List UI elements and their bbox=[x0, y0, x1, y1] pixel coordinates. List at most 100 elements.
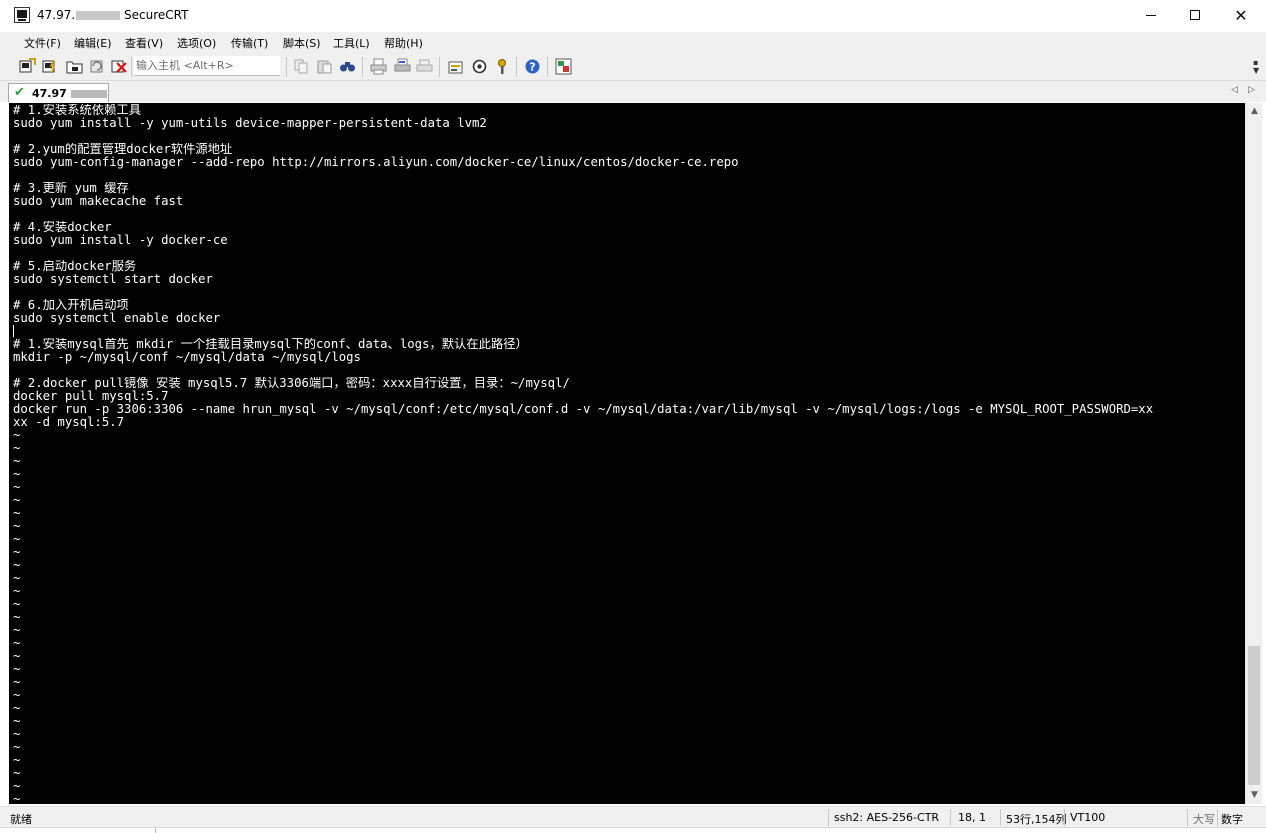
terminal-screen[interactable]: # 1.安装系统依赖工具 sudo yum install -y yum-util… bbox=[9, 103, 1245, 804]
tab-scroll-right-icon[interactable]: ▷ bbox=[1248, 85, 1255, 95]
keymap-icon[interactable] bbox=[494, 58, 511, 75]
maximize-button[interactable] bbox=[1172, 0, 1218, 30]
toolbar-overflow-chevron-icon[interactable]: ▪ ▼ bbox=[1253, 59, 1263, 75]
terminal-line: ~ bbox=[13, 546, 21, 559]
terminal-line: mkdir -p ~/mysql/conf ~/mysql/data ~/mys… bbox=[13, 351, 361, 364]
printer-icon[interactable] bbox=[416, 58, 433, 75]
menu-transfer[interactable]: 传输(T) bbox=[231, 35, 268, 51]
terminal-line: ~ bbox=[13, 507, 21, 520]
session-tab[interactable]: ✔ 47.97 bbox=[8, 83, 109, 102]
terminal-line: ~ bbox=[13, 676, 21, 689]
terminal-line: ~ bbox=[13, 702, 21, 715]
status-terminal-type: VT100 bbox=[1070, 811, 1106, 824]
status-separator bbox=[1217, 809, 1218, 826]
terminal-line: ~ bbox=[13, 793, 21, 804]
status-separator bbox=[950, 809, 951, 826]
terminal-line: ~ bbox=[13, 442, 21, 455]
menu-file[interactable]: 文件(F) bbox=[24, 35, 61, 51]
help-icon[interactable]: ? bbox=[524, 58, 541, 75]
terminal-line: ~ bbox=[13, 572, 21, 585]
print-icon[interactable] bbox=[370, 58, 387, 75]
find-icon[interactable] bbox=[339, 58, 356, 75]
menu-tools[interactable]: 工具(L) bbox=[333, 35, 370, 51]
menu-bar: 文件(F) 编辑(E) 查看(V) 选项(O) 传输(T) 脚本(S) 工具(L… bbox=[0, 32, 1266, 53]
copy-icon[interactable] bbox=[293, 58, 310, 75]
menu-view[interactable]: 查看(V) bbox=[125, 35, 163, 51]
toolbar-separator bbox=[547, 57, 548, 77]
terminal-line: ~ bbox=[13, 663, 21, 676]
terminal-line: ~ bbox=[13, 780, 21, 793]
sftp-icon[interactable] bbox=[555, 58, 572, 75]
host-input[interactable] bbox=[134, 56, 280, 76]
terminal-line: # 2.yum的配置管理docker软件源地址 bbox=[13, 143, 233, 156]
terminal-line: ~ bbox=[13, 650, 21, 663]
terminal-line: ~ bbox=[13, 559, 21, 572]
terminal-line: ~ bbox=[13, 767, 21, 780]
toolbar-separator bbox=[286, 57, 287, 77]
terminal-line: ~ bbox=[13, 715, 21, 728]
terminal-line: # 4.安装docker bbox=[13, 221, 112, 234]
toolbar-separator bbox=[516, 57, 517, 77]
terminal-line: # 5.启动docker服务 bbox=[13, 260, 137, 273]
bottom-edge bbox=[0, 827, 1266, 833]
terminal-line: ~ bbox=[13, 754, 21, 767]
quick-connect-icon[interactable] bbox=[42, 58, 59, 75]
global-options-icon[interactable] bbox=[471, 58, 488, 75]
menu-help[interactable]: 帮助(H) bbox=[384, 35, 423, 51]
terminal-line: ~ bbox=[13, 481, 21, 494]
redacted-ip-block bbox=[71, 90, 107, 98]
title-bar: 47.97. SecureCRT ✕ bbox=[0, 0, 1266, 32]
menu-script[interactable]: 脚本(S) bbox=[283, 35, 321, 51]
svg-text:?: ? bbox=[529, 61, 535, 74]
scroll-up-icon[interactable]: ▲ bbox=[1246, 103, 1263, 120]
minimize-icon bbox=[1146, 14, 1156, 16]
close-button[interactable]: ✕ bbox=[1218, 0, 1264, 30]
redacted-ip-block bbox=[76, 11, 121, 20]
window-title-host: 47.97. bbox=[37, 8, 76, 22]
terminal-line: ~ bbox=[13, 728, 21, 741]
status-separator bbox=[1187, 809, 1188, 826]
toolbar-separator bbox=[131, 57, 132, 77]
terminal-line: xx -d mysql:5.7 bbox=[13, 416, 125, 429]
status-caps-lock: 大写 bbox=[1193, 813, 1215, 826]
terminal-line: # 6.加入开机启动项 bbox=[13, 299, 129, 312]
window-title-app: SecureCRT bbox=[120, 8, 189, 22]
status-separator bbox=[828, 809, 829, 826]
menu-options[interactable]: 选项(O) bbox=[177, 35, 216, 51]
terminal-line: sudo yum makecache fast bbox=[13, 195, 184, 208]
print-selection-icon[interactable] bbox=[394, 58, 411, 75]
terminal-scrollbar[interactable]: ▲ ▼ bbox=[1245, 103, 1262, 804]
disconnect-icon[interactable] bbox=[111, 58, 128, 75]
reconnect-icon[interactable] bbox=[89, 58, 106, 75]
status-ready: 就绪 bbox=[10, 813, 32, 826]
terminal-line: sudo yum-config-manager --add-repo http:… bbox=[13, 156, 739, 169]
terminal-output: # 1.安装系统依赖工具 sudo yum install -y yum-util… bbox=[13, 104, 1245, 804]
scroll-down-icon[interactable]: ▼ bbox=[1246, 787, 1263, 804]
tab-scroll-left-icon[interactable]: ◁ bbox=[1231, 85, 1238, 95]
terminal-line: ~ bbox=[13, 533, 21, 546]
terminal-line: # 3.更新 yum 缓存 bbox=[13, 182, 129, 195]
paste-icon[interactable] bbox=[316, 58, 333, 75]
minimize-button[interactable] bbox=[1128, 0, 1174, 30]
connect-icon[interactable] bbox=[19, 58, 36, 75]
terminal-line: ~ bbox=[13, 624, 21, 637]
terminal-line: ~ bbox=[13, 468, 21, 481]
window-title: 47.97. SecureCRT bbox=[37, 8, 188, 22]
terminal-line: sudo yum install -y docker-ce bbox=[13, 234, 228, 247]
terminal-line: ~ bbox=[13, 689, 21, 702]
menu-edit[interactable]: 编辑(E) bbox=[74, 35, 112, 51]
securecrt-app-icon[interactable] bbox=[14, 7, 30, 23]
scrollbar-thumb[interactable] bbox=[1248, 646, 1260, 785]
toolbar: ? ▪▼ bbox=[0, 53, 1266, 81]
connect-in-tab-icon[interactable] bbox=[66, 58, 83, 75]
toolbar-separator bbox=[439, 57, 440, 77]
terminal-line: ~ bbox=[13, 611, 21, 624]
terminal-line: ~ bbox=[13, 741, 21, 754]
session-options-icon[interactable] bbox=[448, 58, 465, 75]
